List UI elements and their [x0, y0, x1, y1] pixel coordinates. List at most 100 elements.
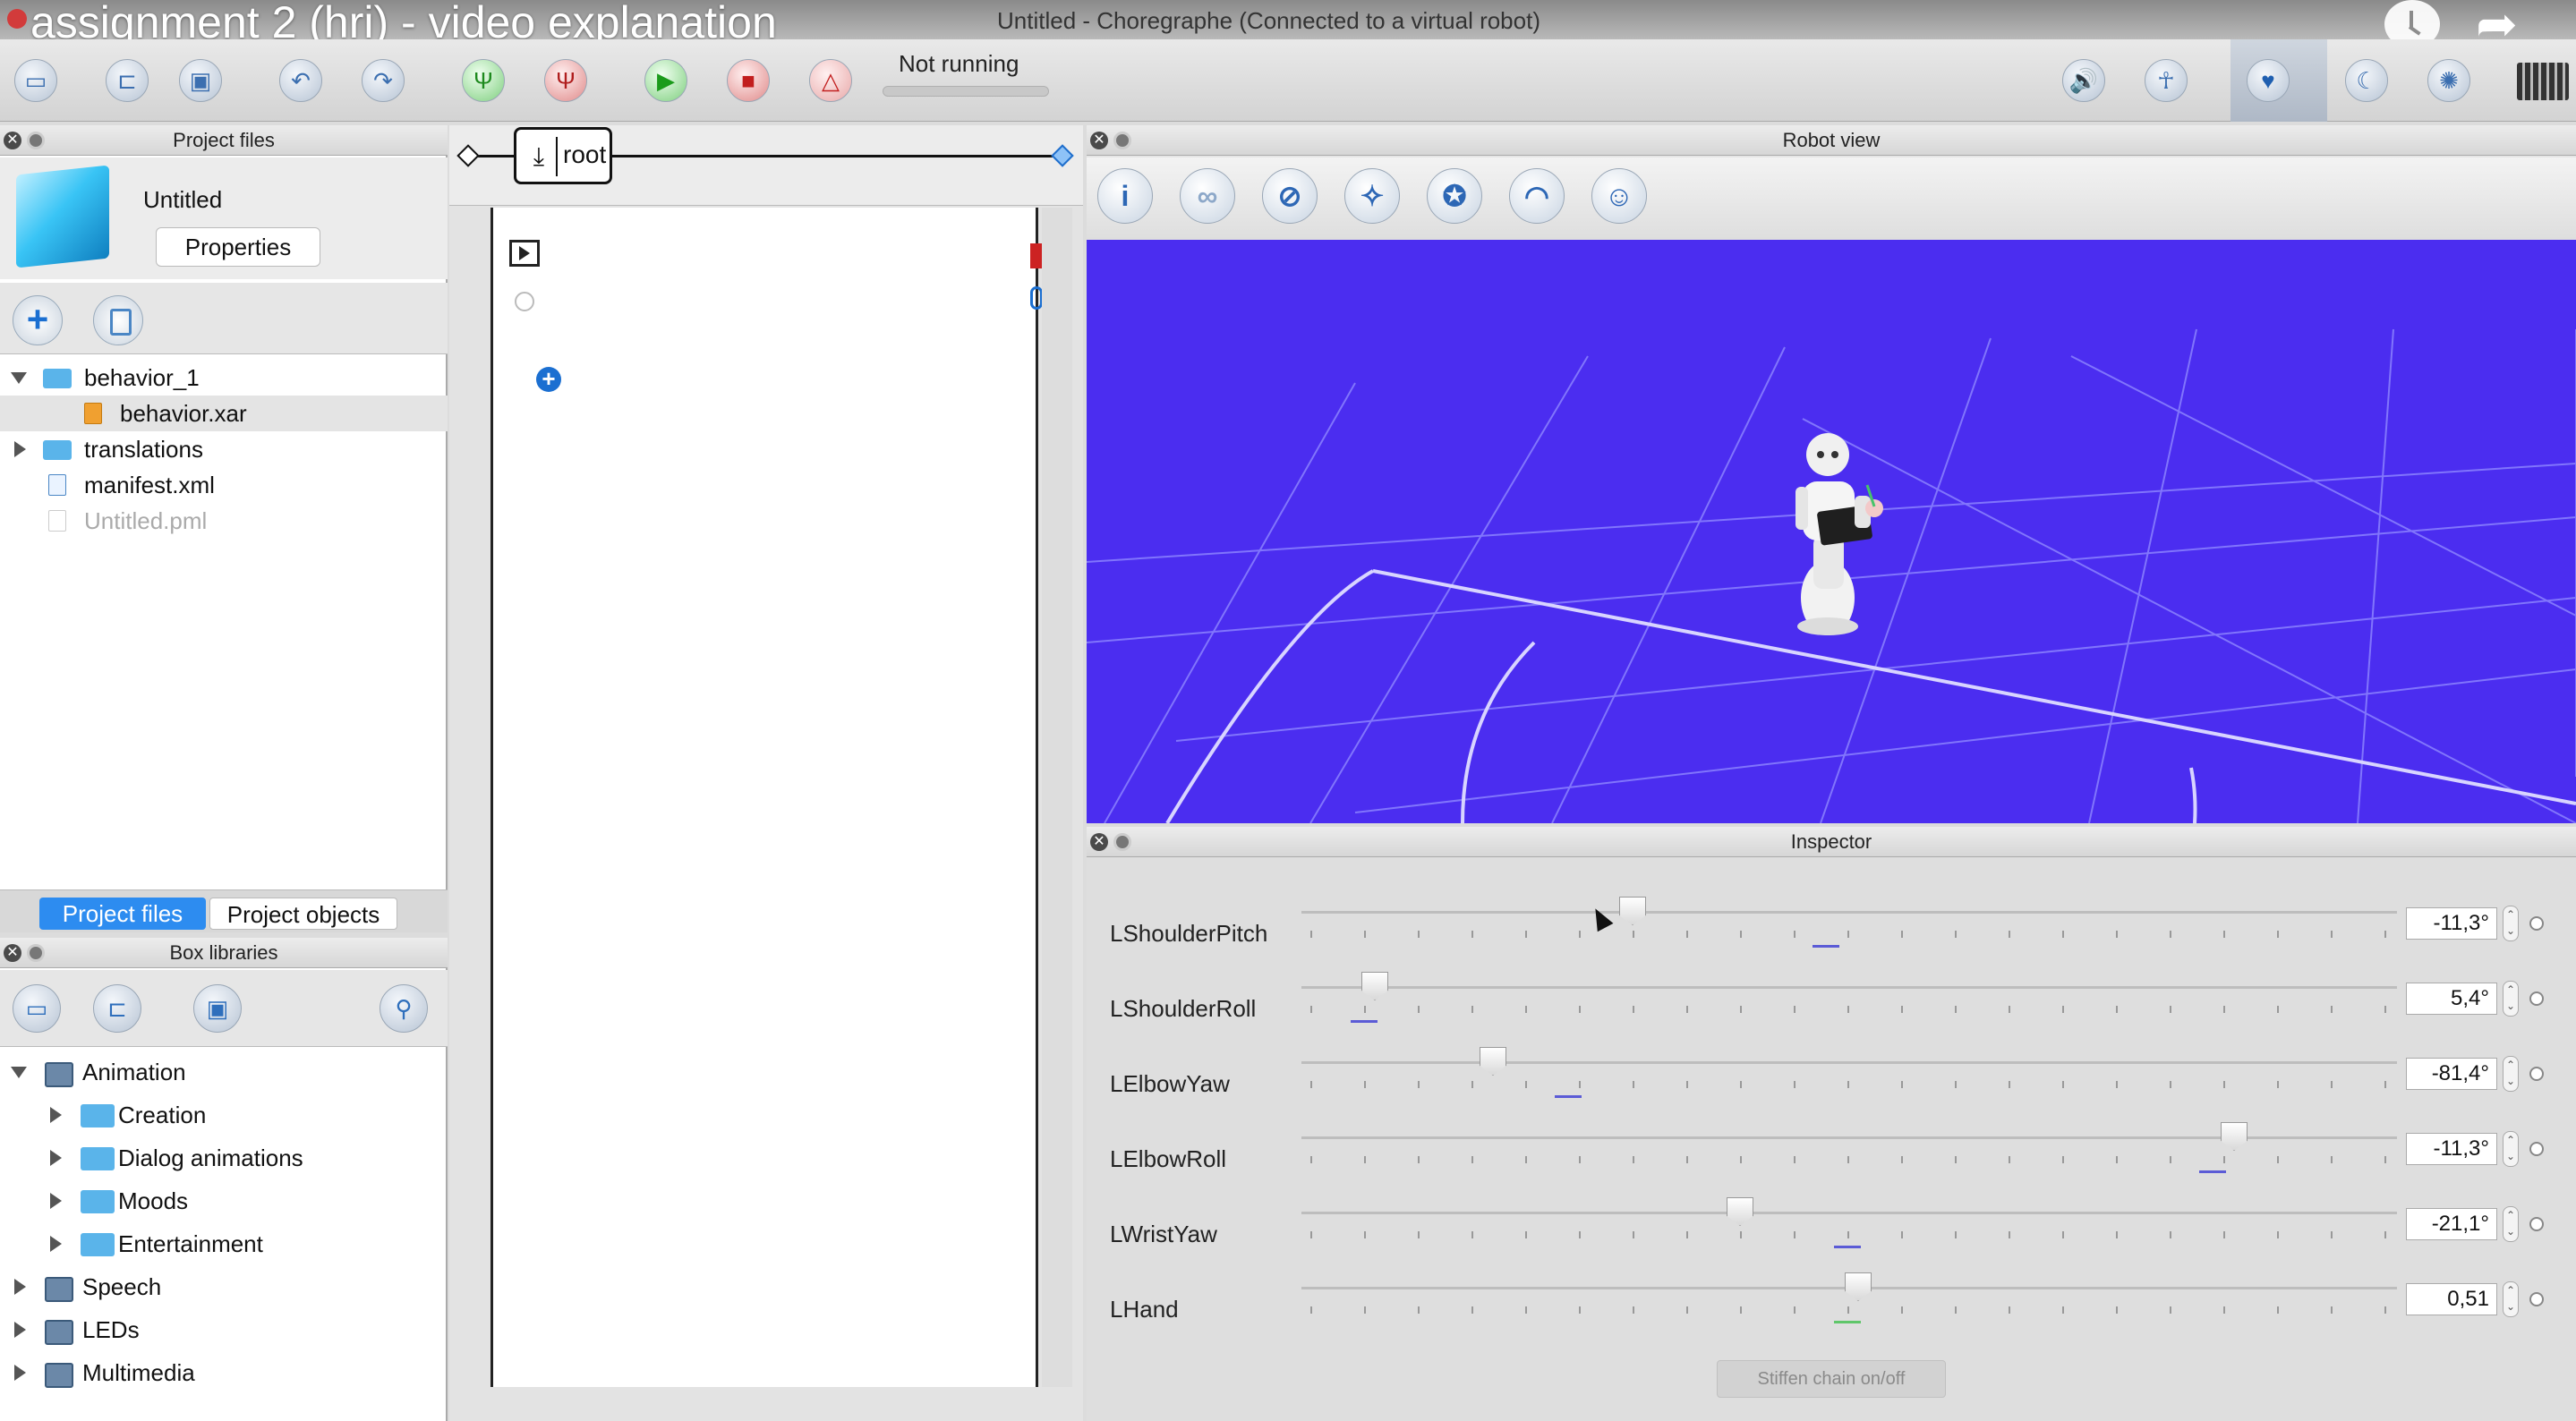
trash-icon[interactable] [93, 295, 143, 345]
disconnect-icon[interactable]: Ψ [544, 59, 587, 102]
close-icon[interactable]: ✕ [1090, 132, 1108, 149]
open-project-icon[interactable]: ⊏ [106, 59, 149, 102]
library-item-moods[interactable]: Moods [0, 1183, 448, 1219]
play-icon[interactable]: ▶ [644, 59, 687, 102]
rest-icon[interactable]: ☾ [2345, 59, 2388, 102]
undo-icon[interactable]: ↶ [279, 59, 322, 102]
expand-arrow-icon[interactable] [11, 372, 27, 384]
joints-icon[interactable]: ∞ [1180, 168, 1235, 224]
expand-arrow-icon[interactable] [11, 1067, 27, 1078]
close-icon[interactable]: ✕ [4, 132, 21, 149]
stiffen-chain-button[interactable]: Stiffen chain on/off [1717, 1360, 1946, 1398]
float-icon[interactable] [27, 132, 45, 149]
value-stepper[interactable]: ⌃ ⌄ [2503, 981, 2519, 1017]
output-port-icon[interactable] [1030, 286, 1043, 310]
joint-radio[interactable] [2529, 1067, 2544, 1081]
tree-item-pml[interactable]: Untitled.pml [0, 503, 448, 539]
joint-radio[interactable] [2529, 1217, 2544, 1231]
library-item-entertainment[interactable]: Entertainment [0, 1226, 448, 1262]
library-item-multimedia[interactable]: Multimedia [0, 1355, 448, 1391]
robot-3d-scene[interactable] [1087, 240, 2576, 823]
float-icon[interactable] [1113, 833, 1131, 851]
tab-project-files[interactable]: Project files [39, 898, 206, 930]
expand-arrow-icon[interactable] [50, 1150, 62, 1166]
save-library-icon[interactable]: ▣ [193, 984, 242, 1033]
joint-radio[interactable] [2529, 1142, 2544, 1156]
info-icon[interactable]: i [1097, 168, 1153, 224]
slider-thumb[interactable] [2221, 1122, 2248, 1151]
volume-icon[interactable]: 🔊 [2062, 59, 2105, 102]
expand-arrow-icon[interactable] [14, 1365, 26, 1381]
flow-scrollbar[interactable] [1042, 208, 1072, 1387]
expand-arrow-icon[interactable] [14, 1279, 26, 1295]
joint-slider[interactable] [1301, 911, 2397, 914]
leds-icon[interactable]: ✪ [1427, 168, 1482, 224]
joint-value-field[interactable]: -81,4° [2406, 1058, 2497, 1090]
input-port-icon[interactable] [515, 292, 534, 311]
library-item-creation[interactable]: Creation [0, 1097, 448, 1133]
add-icon[interactable]: + [13, 295, 63, 345]
add-input-icon[interactable]: + [536, 367, 561, 392]
close-icon[interactable]: ✕ [4, 944, 21, 962]
joint-value-field[interactable]: 5,4° [2406, 983, 2497, 1015]
joint-value-field[interactable]: 0,51 [2406, 1283, 2497, 1315]
expand-arrow-icon[interactable] [14, 441, 26, 457]
tactile-icon[interactable]: ✧ [1344, 168, 1400, 224]
library-item-speech[interactable]: Speech [0, 1269, 448, 1305]
value-stepper[interactable]: ⌃ ⌄ [2503, 1281, 2519, 1317]
joint-value-field[interactable]: -21,1° [2406, 1208, 2497, 1240]
expand-arrow-icon[interactable] [50, 1107, 62, 1123]
face-icon[interactable]: ☺ [1591, 168, 1647, 224]
slider-thumb[interactable] [1727, 1197, 1753, 1226]
breadcrumb-end-marker[interactable] [1051, 144, 1074, 167]
sonar-icon[interactable]: ◠ [1509, 168, 1565, 224]
slider-thumb[interactable] [1619, 897, 1646, 925]
motors-icon[interactable]: ⊘ [1262, 168, 1318, 224]
save-project-icon[interactable]: ▣ [179, 59, 222, 102]
float-icon[interactable] [27, 944, 45, 962]
slider-thumb[interactable] [1480, 1047, 1506, 1076]
joint-slider[interactable] [1301, 986, 2397, 989]
slider-thumb[interactable] [1845, 1272, 1872, 1301]
onstart-input-icon[interactable] [509, 240, 540, 267]
properties-button[interactable]: Properties [156, 227, 320, 267]
root-box[interactable]: ⤓ root [514, 127, 612, 184]
new-project-icon[interactable]: ▭ [14, 59, 57, 102]
library-item-dialog-animations[interactable]: Dialog animations [0, 1140, 448, 1176]
settings-icon[interactable]: ✺ [2427, 59, 2470, 102]
close-icon[interactable]: ✕ [1090, 833, 1108, 851]
flow-canvas[interactable]: + [490, 208, 1046, 1387]
value-stepper[interactable]: ⌃ ⌄ [2503, 1206, 2519, 1242]
value-stepper[interactable]: ⌃ ⌄ [2503, 1131, 2519, 1167]
connect-icon[interactable]: Ψ [462, 59, 505, 102]
search-icon[interactable]: ⚲ [380, 984, 428, 1033]
life-icon[interactable]: ♥ [2247, 59, 2290, 102]
joint-value-field[interactable]: -11,3° [2406, 1133, 2497, 1165]
value-stepper[interactable]: ⌃ ⌄ [2503, 906, 2519, 941]
float-icon[interactable] [1113, 132, 1131, 149]
value-stepper[interactable]: ⌃ ⌄ [2503, 1056, 2519, 1092]
expand-arrow-icon[interactable] [14, 1322, 26, 1338]
debug-icon[interactable]: △ [809, 59, 852, 102]
joint-slider[interactable] [1301, 1212, 2397, 1214]
new-library-icon[interactable]: ▭ [13, 984, 61, 1033]
stop-icon[interactable]: ■ [727, 59, 770, 102]
open-library-icon[interactable]: ⊏ [93, 984, 141, 1033]
slider-thumb[interactable] [1361, 972, 1388, 1000]
tree-item-behavior-1[interactable]: behavior_1 [0, 360, 448, 396]
expand-arrow-icon[interactable] [50, 1193, 62, 1209]
tree-item-translations[interactable]: translations [0, 431, 448, 467]
tab-project-objects[interactable]: Project objects [209, 898, 397, 930]
redo-icon[interactable]: ↷ [362, 59, 405, 102]
joint-value-field[interactable]: -11,3° [2406, 907, 2497, 940]
expand-arrow-icon[interactable] [50, 1236, 62, 1252]
joint-radio[interactable] [2529, 991, 2544, 1006]
breadcrumb-start-marker[interactable] [456, 144, 480, 167]
library-item-animation[interactable]: Animation [0, 1054, 448, 1090]
animation-mode-icon[interactable]: ☥ [2145, 59, 2188, 102]
library-item-leds[interactable]: LEDs [0, 1312, 448, 1348]
joint-radio[interactable] [2529, 1292, 2544, 1306]
joint-slider[interactable] [1301, 1061, 2397, 1064]
tree-item-manifest[interactable]: manifest.xml [0, 467, 448, 503]
joint-radio[interactable] [2529, 916, 2544, 931]
